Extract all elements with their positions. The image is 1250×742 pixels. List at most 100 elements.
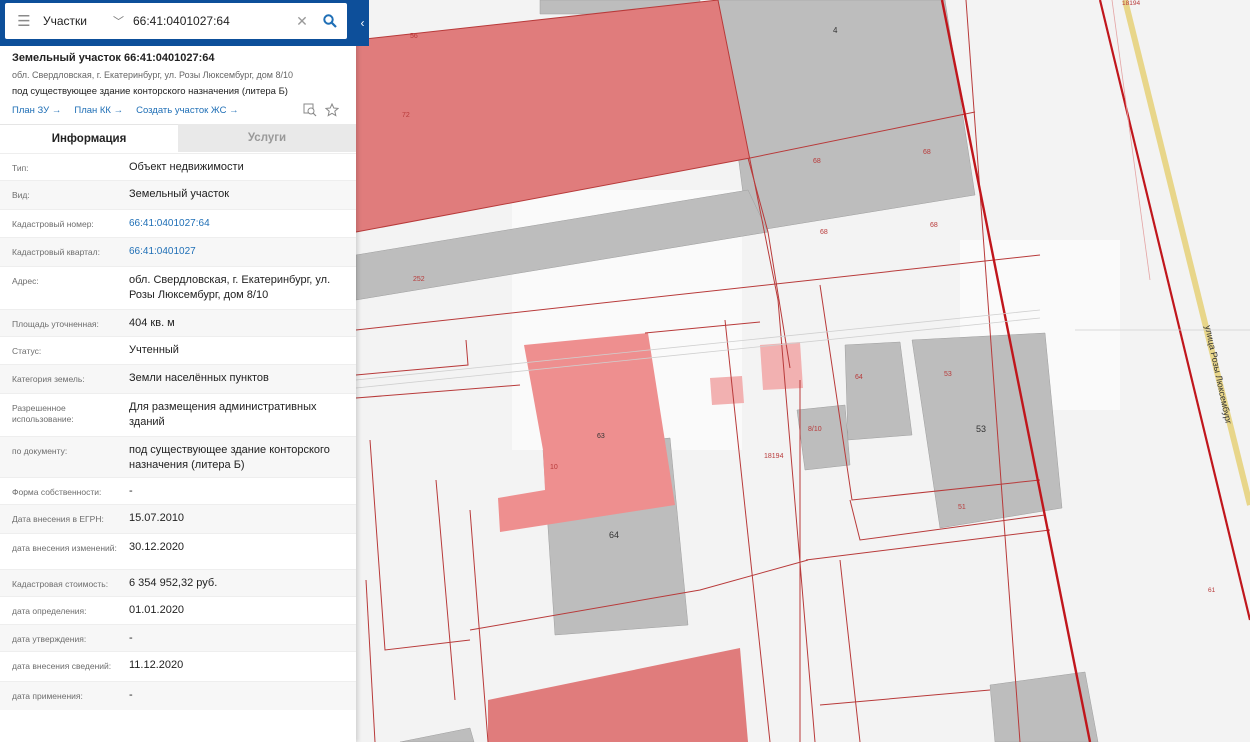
row-value: -	[129, 485, 133, 497]
row-value: 01.01.2020	[129, 604, 185, 616]
tab-services[interactable]: Услуги	[178, 124, 356, 152]
row-value: 15.07.2010	[129, 512, 185, 524]
row-value: Учтенный	[129, 344, 179, 356]
parcel-9227b[interactable]	[710, 376, 744, 405]
row-label: Кадастровая стоимость:	[12, 579, 109, 589]
row-label: Форма собственности:	[12, 487, 102, 497]
parcel-label: 4	[833, 26, 838, 35]
parcel-9227a[interactable]	[760, 342, 803, 390]
row-label: дата применения:	[12, 691, 83, 701]
panel-tabs: Информация Услуги	[0, 124, 356, 153]
search-bar: ☰ Участки ﹀ 66:41:0401027:64 ✕	[0, 0, 369, 46]
parcel-label: 61	[1208, 587, 1216, 594]
parcel-label: 68	[820, 229, 828, 236]
table-row: Разрешенное использование: Для размещения…	[0, 393, 356, 437]
parcel-label: 64	[609, 530, 619, 540]
row-label: Тип:	[12, 163, 29, 173]
table-row: Кадастровый номер: 66:41:0401027:64	[0, 209, 356, 238]
parcel-label: 53	[976, 424, 986, 434]
row-label: по документу:	[12, 446, 68, 456]
table-row: дата утверждения: -	[0, 624, 356, 652]
table-row: по документу: под существующее здание кон…	[0, 436, 356, 478]
row-label: Кадастровый квартал:	[12, 247, 100, 257]
table-row: Тип: Объект недвижимости	[0, 153, 356, 181]
table-row: Дата внесения в ЕГРН: 15.07.2010	[0, 504, 356, 534]
layer-select[interactable]: Участки	[43, 14, 113, 28]
parcel-label: 72	[402, 112, 410, 119]
table-row: Форма собственности: -	[0, 477, 356, 505]
search-box: ☰ Участки ﹀ 66:41:0401027:64 ✕	[5, 3, 347, 39]
row-value: Земельный участок	[129, 188, 230, 200]
parcel-links: План ЗУ → План КК → Создать участок ЖС →	[12, 105, 352, 116]
search-icon[interactable]	[313, 3, 347, 39]
row-value: Объект недвижимости	[129, 161, 244, 173]
building-53[interactable]	[796, 404, 851, 471]
building-64a[interactable]	[844, 341, 913, 441]
row-label: Адрес:	[12, 276, 39, 286]
row-label: Кадастровый номер:	[12, 219, 94, 229]
parcel-label: 8/10	[808, 426, 822, 433]
parcel-label: 64	[855, 374, 863, 381]
building-4[interactable]	[717, 0, 976, 233]
parcel-label: 68	[923, 149, 931, 156]
row-value: под существующее здание конторского назн…	[129, 444, 330, 471]
row-value: 6 354 952,32 руб.	[129, 577, 218, 589]
parcel-address: обл. Свердловская, г. Екатеринбург, ул. …	[12, 70, 293, 80]
parcel-label: 68	[813, 158, 821, 165]
parcel-title: Земельный участок 66:41:0401027:64	[12, 52, 215, 64]
row-value: Земли населённых пунктов	[129, 372, 269, 384]
row-value: -	[129, 689, 133, 701]
table-row: Статус: Учтенный	[0, 336, 356, 365]
plan-kk-link[interactable]: План КК →	[74, 105, 123, 116]
row-value[interactable]: 66:41:0401027	[129, 244, 349, 259]
table-row: Площадь уточненная: 404 кв. м	[0, 309, 356, 337]
parcel-header: Земельный участок 66:41:0401027:64 обл. …	[12, 52, 352, 116]
parcel-label: 68	[930, 222, 938, 229]
row-label: Дата внесения в ЕГРН:	[12, 514, 104, 524]
table-row: дата внесения сведений: 11.12.2020	[0, 651, 356, 682]
row-label: дата внесения сведений:	[12, 661, 112, 671]
row-value: -	[129, 632, 133, 644]
parcel-label: 18194	[1122, 0, 1140, 7]
row-label: Площадь уточненная:	[12, 319, 99, 329]
info-panel: Земельный участок 66:41:0401027:64 обл. …	[0, 0, 356, 742]
chevron-down-icon[interactable]: ﹀	[113, 13, 131, 29]
plan-zu-link[interactable]: План ЗУ →	[12, 105, 61, 116]
row-value: 404 кв. м	[129, 317, 175, 329]
header-icons	[303, 102, 340, 122]
table-row: дата внесения изменений: 30.12.2020	[0, 533, 356, 570]
table-row: Вид: Земельный участок	[0, 180, 356, 210]
row-label: дата внесения изменений:	[12, 543, 117, 553]
row-label: Статус:	[12, 346, 42, 356]
tab-information[interactable]: Информация	[0, 124, 178, 153]
zoom-to-icon[interactable]	[303, 103, 317, 122]
row-label: дата определения:	[12, 606, 87, 616]
row-value: Для размещения административных зданий	[129, 401, 317, 428]
parcel-purpose: под существующее здание конторского назн…	[12, 86, 288, 97]
row-value[interactable]: 66:41:0401027:64	[129, 216, 349, 231]
create-parcel-link[interactable]: Создать участок ЖС →	[136, 105, 238, 116]
row-label: дата утверждения:	[12, 634, 87, 644]
parcel-label: 63	[597, 433, 605, 440]
parcel-label: 10	[550, 464, 558, 471]
parcel-label: 51	[958, 504, 966, 511]
row-value: обл. Свердловская, г. Екатеринбург, ул. …	[129, 274, 331, 301]
star-icon[interactable]	[324, 102, 340, 122]
parcel-label: 53	[944, 371, 952, 378]
close-icon[interactable]: ✕	[291, 13, 313, 30]
table-row: Категория земель: Земли населённых пункто…	[0, 364, 356, 394]
table-row: Адрес: обл. Свердловская, г. Екатеринбург…	[0, 266, 356, 310]
parcel-label: 56	[410, 33, 418, 40]
row-value: 11.12.2020	[129, 659, 184, 671]
table-row: дата определения: 01.01.2020	[0, 596, 356, 625]
row-label: Вид:	[12, 190, 30, 200]
table-row: дата применения: -	[0, 681, 356, 710]
parcel-label: 252	[413, 276, 425, 283]
row-label: Разрешенное использование:	[12, 403, 74, 424]
collapse-panel-icon[interactable]: ‹	[356, 0, 369, 46]
search-input[interactable]: 66:41:0401027:64	[131, 14, 291, 28]
table-row: Кадастровый квартал: 66:41:0401027	[0, 237, 356, 267]
table-row: Кадастровая стоимость: 6 354 952,32 руб.	[0, 569, 356, 597]
menu-icon[interactable]: ☰	[5, 3, 43, 39]
row-label: Категория земель:	[12, 374, 85, 384]
